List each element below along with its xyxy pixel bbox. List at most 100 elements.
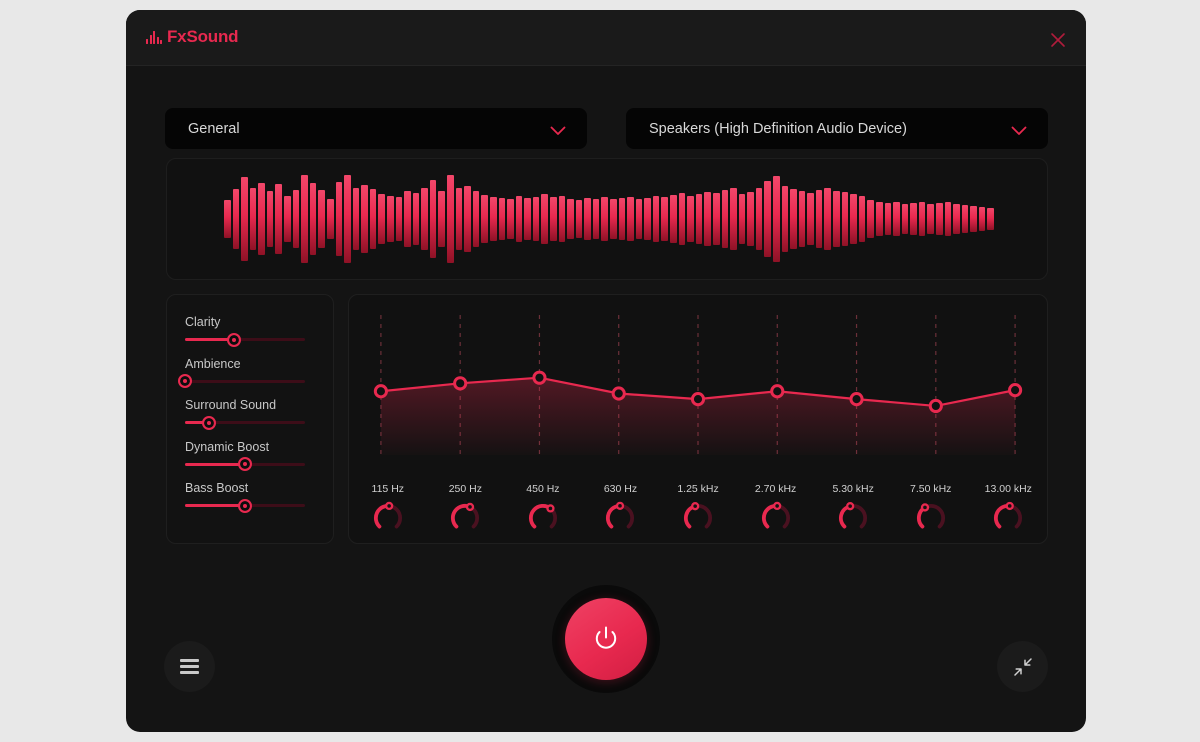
slider-row: Surround Sound bbox=[185, 398, 315, 430]
slider-thumb[interactable] bbox=[238, 498, 252, 513]
slider-thumb[interactable] bbox=[227, 332, 242, 347]
equalizer-bars-icon bbox=[146, 30, 162, 44]
visualizer-bar bbox=[489, 197, 497, 241]
eq-band: 1.25 kHz bbox=[659, 483, 737, 543]
visualizer-bar bbox=[309, 183, 317, 255]
knob-indicator[interactable] bbox=[546, 504, 555, 513]
eq-band-label: 2.70 kHz bbox=[754, 483, 797, 495]
eq-band-knob[interactable] bbox=[990, 500, 1026, 536]
visualizer-bar bbox=[712, 193, 720, 245]
visualizer-bar bbox=[438, 191, 446, 247]
knob-indicator[interactable] bbox=[616, 501, 625, 510]
visualizer-bar bbox=[781, 186, 789, 252]
eq-band-knob[interactable] bbox=[835, 500, 871, 536]
visualizer-bar bbox=[790, 189, 797, 249]
visualizer-bar bbox=[927, 204, 934, 234]
audio-device-dropdown[interactable]: Speakers (High Definition Audio Device) bbox=[626, 108, 1048, 149]
slider-label: Ambience bbox=[185, 356, 241, 371]
visualizer-bar bbox=[841, 192, 849, 246]
visualizer-bar bbox=[953, 204, 960, 234]
app-logo: FxSound bbox=[146, 27, 239, 47]
slider-thumb[interactable] bbox=[178, 374, 192, 388]
visualizer-bar bbox=[910, 203, 917, 235]
knob-indicator[interactable] bbox=[846, 502, 855, 511]
visualizer-bar bbox=[558, 196, 566, 242]
preset-dropdown[interactable]: General bbox=[165, 108, 587, 149]
knob-indicator[interactable] bbox=[772, 501, 781, 511]
eq-band: 250 Hz bbox=[427, 483, 505, 543]
slider-track[interactable] bbox=[178, 374, 305, 388]
eq-band-knob[interactable] bbox=[913, 500, 949, 536]
eq-band-knob[interactable] bbox=[680, 500, 716, 536]
eq-band-label: 5.30 kHz bbox=[832, 483, 874, 495]
eq-curve-node[interactable] bbox=[532, 370, 547, 385]
knob-indicator[interactable] bbox=[920, 503, 929, 512]
visualizer-bar bbox=[335, 182, 343, 256]
eq-curve-node[interactable] bbox=[849, 392, 864, 407]
eq-band-label: 630 Hz bbox=[603, 483, 638, 495]
effects-sliders-panel: Clarity Ambience Surround Sound Dynamic Boo… bbox=[166, 294, 334, 544]
eq-band-knob[interactable] bbox=[602, 500, 638, 536]
visualizer-bar bbox=[833, 191, 840, 247]
visualizer-bar bbox=[361, 185, 368, 253]
visualizer-bar bbox=[747, 192, 754, 246]
visualizer-bar bbox=[644, 198, 651, 240]
equalizer-curve-chart[interactable] bbox=[349, 295, 1047, 470]
visualizer-bar bbox=[730, 188, 737, 250]
eq-band-knob[interactable] bbox=[447, 500, 483, 536]
visualizer-bar bbox=[421, 188, 428, 250]
eq-band-label: 250 Hz bbox=[448, 483, 482, 495]
visualizer-bar bbox=[549, 197, 557, 241]
eq-curve-node[interactable] bbox=[690, 392, 706, 407]
slider-thumb[interactable] bbox=[238, 457, 252, 471]
visualizer-bar bbox=[498, 198, 506, 240]
visualizer-bar bbox=[858, 196, 866, 242]
visualizer-bar bbox=[961, 205, 969, 233]
power-icon bbox=[595, 626, 617, 649]
eq-band: 630 Hz bbox=[582, 483, 660, 543]
visualizer-bar bbox=[258, 183, 265, 255]
slider-track[interactable] bbox=[185, 415, 305, 430]
visualizer-bar bbox=[592, 199, 600, 239]
close-icon[interactable] bbox=[1048, 30, 1068, 50]
eq-band-knob[interactable] bbox=[758, 500, 794, 536]
visualizer-bar bbox=[541, 194, 548, 244]
slider-row: Clarity bbox=[185, 315, 315, 347]
eq-band-knob[interactable] bbox=[525, 500, 561, 536]
slider-row: Ambience bbox=[178, 356, 315, 388]
eq-curve-node[interactable] bbox=[770, 384, 785, 399]
eq-band-knob[interactable] bbox=[370, 500, 406, 536]
slider-track[interactable] bbox=[185, 332, 305, 347]
eq-curve-node[interactable] bbox=[373, 384, 388, 399]
slider-track[interactable] bbox=[185, 498, 305, 513]
knob-indicator[interactable] bbox=[384, 501, 394, 511]
slider-fill bbox=[185, 504, 245, 507]
visualizer-bar bbox=[378, 194, 385, 244]
knob-indicator[interactable] bbox=[466, 502, 475, 512]
power-button[interactable] bbox=[552, 585, 660, 693]
knob-indicator[interactable] bbox=[691, 502, 700, 511]
chevron-down-icon bbox=[550, 123, 566, 141]
chevron-down-icon bbox=[1011, 123, 1027, 141]
visualizer-bar bbox=[344, 175, 351, 263]
hamburger-menu-icon bbox=[180, 659, 199, 674]
collapse-button[interactable] bbox=[997, 641, 1048, 692]
visualizer-bar bbox=[515, 196, 523, 242]
visualizer-bar bbox=[507, 199, 514, 239]
visualizer-bar bbox=[284, 196, 291, 242]
slider-track[interactable] bbox=[185, 457, 305, 471]
visualizer-bar bbox=[524, 198, 531, 240]
eq-band: 13.00 kHz bbox=[970, 483, 1048, 543]
visualizer-bar bbox=[447, 175, 454, 263]
eq-curve-node[interactable] bbox=[928, 398, 943, 414]
knob-indicator[interactable] bbox=[1005, 501, 1015, 511]
eq-curve-node[interactable] bbox=[1008, 383, 1023, 398]
menu-button[interactable] bbox=[164, 641, 215, 692]
visualizer-bar bbox=[275, 184, 283, 254]
eq-curve-node[interactable] bbox=[453, 376, 468, 391]
visualizer-bar bbox=[867, 200, 874, 238]
slider-thumb[interactable] bbox=[202, 415, 216, 430]
eq-curve-node[interactable] bbox=[611, 386, 626, 401]
eq-band-label: 7.50 kHz bbox=[910, 483, 952, 495]
visualizer-bar bbox=[618, 198, 626, 240]
